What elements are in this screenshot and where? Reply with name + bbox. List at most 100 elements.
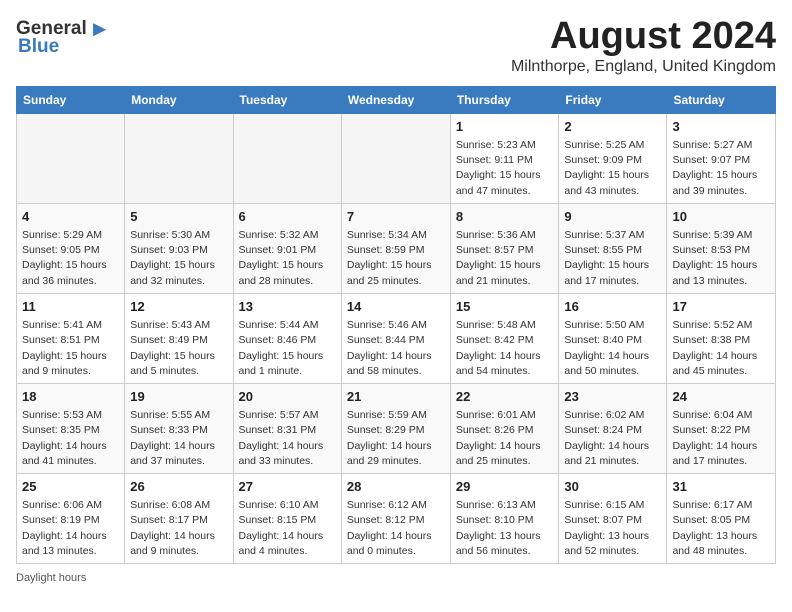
day-info: Sunrise: 5:44 AM Sunset: 8:46 PM Dayligh… [239, 318, 336, 379]
day-info: Sunrise: 5:43 AM Sunset: 8:49 PM Dayligh… [130, 318, 227, 379]
day-number: 10 [672, 208, 770, 226]
calendar-header-row: SundayMondayTuesdayWednesdayThursdayFrid… [17, 86, 776, 113]
day-number: 24 [672, 388, 770, 406]
calendar-cell [17, 113, 125, 203]
calendar-cell: 16 Sunrise: 5:50 AM Sunset: 8:40 PM Dayli… [559, 293, 667, 383]
day-number: 5 [130, 208, 227, 226]
day-number: 19 [130, 388, 227, 406]
day-info: Sunrise: 6:01 AM Sunset: 8:26 PM Dayligh… [456, 408, 554, 469]
calendar-cell: 5 Sunrise: 5:30 AM Sunset: 9:03 PM Daylig… [125, 203, 233, 293]
day-number: 8 [456, 208, 554, 226]
calendar-cell [233, 113, 341, 203]
calendar-cell: 2Sunrise: 5:25 AM Sunset: 9:09 PM Daylig… [559, 113, 667, 203]
calendar-cell: 28Sunrise: 6:12 AM Sunset: 8:12 PM Dayli… [341, 474, 450, 564]
day-info: Sunrise: 5:36 AM Sunset: 8:57 PM Dayligh… [456, 228, 554, 289]
calendar-header-tuesday: Tuesday [233, 86, 341, 113]
calendar-cell: 23Sunrise: 6:02 AM Sunset: 8:24 PM Dayli… [559, 383, 667, 473]
calendar-cell: 31 Sunrise: 6:17 AM Sunset: 8:05 PM Dayli… [667, 474, 776, 564]
day-info: Sunrise: 5:39 AM Sunset: 8:53 PM Dayligh… [672, 228, 770, 289]
calendar-cell: 18Sunrise: 5:53 AM Sunset: 8:35 PM Dayli… [17, 383, 125, 473]
month-title: August 2024 [511, 16, 776, 58]
day-info: Sunrise: 5:46 AM Sunset: 8:44 PM Dayligh… [347, 318, 445, 379]
calendar-header-friday: Friday [559, 86, 667, 113]
day-info: Sunrise: 6:17 AM Sunset: 8:05 PM Dayligh… [672, 498, 770, 559]
calendar-cell: 12 Sunrise: 5:43 AM Sunset: 8:49 PM Dayli… [125, 293, 233, 383]
day-info: Sunrise: 5:50 AM Sunset: 8:40 PM Dayligh… [564, 318, 661, 379]
calendar-cell: 27 Sunrise: 6:10 AM Sunset: 8:15 PM Dayli… [233, 474, 341, 564]
calendar-cell [341, 113, 450, 203]
day-number: 29 [456, 478, 554, 496]
day-number: 7 [347, 208, 445, 226]
day-info: Sunrise: 6:12 AM Sunset: 8:12 PM Dayligh… [347, 498, 445, 559]
day-number: 11 [22, 298, 119, 316]
calendar-cell: 1 Sunrise: 5:23 AM Sunset: 9:11 PM Daylig… [450, 113, 559, 203]
day-info: Sunrise: 6:04 AM Sunset: 8:22 PM Dayligh… [672, 408, 770, 469]
calendar-cell: 6 Sunrise: 5:32 AM Sunset: 9:01 PM Daylig… [233, 203, 341, 293]
calendar-cell: 9 Sunrise: 5:37 AM Sunset: 8:55 PM Daylig… [559, 203, 667, 293]
day-info: Sunrise: 5:57 AM Sunset: 8:31 PM Dayligh… [239, 408, 336, 469]
day-number: 30 [564, 478, 661, 496]
day-number: 22 [456, 388, 554, 406]
day-number: 21 [347, 388, 445, 406]
calendar-cell: 14 Sunrise: 5:46 AM Sunset: 8:44 PM Dayli… [341, 293, 450, 383]
day-info: Sunrise: 5:55 AM Sunset: 8:33 PM Dayligh… [130, 408, 227, 469]
calendar-cell [125, 113, 233, 203]
logo: General ► Blue [16, 16, 111, 58]
logo-icon: ► [89, 16, 111, 42]
day-number: 23 [564, 388, 661, 406]
page-header: General ► Blue August 2024 Milnthorpe, E… [16, 16, 776, 76]
day-number: 14 [347, 298, 445, 316]
title-block: August 2024 Milnthorpe, England, United … [511, 16, 776, 76]
calendar-header-saturday: Saturday [667, 86, 776, 113]
day-info: Sunrise: 6:15 AM Sunset: 8:07 PM Dayligh… [564, 498, 661, 559]
day-number: 1 [456, 118, 554, 136]
day-number: 16 [564, 298, 661, 316]
day-info: Sunrise: 5:37 AM Sunset: 8:55 PM Dayligh… [564, 228, 661, 289]
calendar-cell: 7 Sunrise: 5:34 AM Sunset: 8:59 PM Daylig… [341, 203, 450, 293]
day-info: Sunrise: 5:23 AM Sunset: 9:11 PM Dayligh… [456, 138, 554, 199]
day-number: 13 [239, 298, 336, 316]
calendar-table: SundayMondayTuesdayWednesdayThursdayFrid… [16, 86, 776, 564]
day-info: Sunrise: 5:48 AM Sunset: 8:42 PM Dayligh… [456, 318, 554, 379]
calendar-header-monday: Monday [125, 86, 233, 113]
day-number: 12 [130, 298, 227, 316]
daylight-label: Daylight hours [16, 572, 86, 584]
day-number: 31 [672, 478, 770, 496]
day-number: 9 [564, 208, 661, 226]
calendar-header-sunday: Sunday [17, 86, 125, 113]
calendar-cell: 3Sunrise: 5:27 AM Sunset: 9:07 PM Daylig… [667, 113, 776, 203]
calendar-week-4: 18Sunrise: 5:53 AM Sunset: 8:35 PM Dayli… [17, 383, 776, 473]
day-number: 26 [130, 478, 227, 496]
calendar-cell: 30 Sunrise: 6:15 AM Sunset: 8:07 PM Dayli… [559, 474, 667, 564]
day-info: Sunrise: 6:10 AM Sunset: 8:15 PM Dayligh… [239, 498, 336, 559]
calendar-cell: 29 Sunrise: 6:13 AM Sunset: 8:10 PM Dayli… [450, 474, 559, 564]
day-number: 18 [22, 388, 119, 406]
day-info: Sunrise: 6:06 AM Sunset: 8:19 PM Dayligh… [22, 498, 119, 559]
day-info: Sunrise: 5:29 AM Sunset: 9:05 PM Dayligh… [22, 228, 119, 289]
day-number: 17 [672, 298, 770, 316]
calendar-cell: 15 Sunrise: 5:48 AM Sunset: 8:42 PM Dayli… [450, 293, 559, 383]
day-info: Sunrise: 5:32 AM Sunset: 9:01 PM Dayligh… [239, 228, 336, 289]
day-info: Sunrise: 5:52 AM Sunset: 8:38 PM Dayligh… [672, 318, 770, 379]
day-info: Sunrise: 5:30 AM Sunset: 9:03 PM Dayligh… [130, 228, 227, 289]
calendar-cell: 10 Sunrise: 5:39 AM Sunset: 8:53 PM Dayli… [667, 203, 776, 293]
calendar-cell: 4Sunrise: 5:29 AM Sunset: 9:05 PM Daylig… [17, 203, 125, 293]
calendar-header-wednesday: Wednesday [341, 86, 450, 113]
calendar-cell: 11 Sunrise: 5:41 AM Sunset: 8:51 PM Dayli… [17, 293, 125, 383]
day-info: Sunrise: 5:59 AM Sunset: 8:29 PM Dayligh… [347, 408, 445, 469]
day-number: 27 [239, 478, 336, 496]
calendar-cell: 17 Sunrise: 5:52 AM Sunset: 8:38 PM Dayli… [667, 293, 776, 383]
day-info: Sunrise: 5:41 AM Sunset: 8:51 PM Dayligh… [22, 318, 119, 379]
day-info: Sunrise: 6:08 AM Sunset: 8:17 PM Dayligh… [130, 498, 227, 559]
day-number: 15 [456, 298, 554, 316]
day-info: Sunrise: 5:27 AM Sunset: 9:07 PM Dayligh… [672, 138, 770, 199]
day-info: Sunrise: 5:34 AM Sunset: 8:59 PM Dayligh… [347, 228, 445, 289]
day-number: 6 [239, 208, 336, 226]
day-info: Sunrise: 6:13 AM Sunset: 8:10 PM Dayligh… [456, 498, 554, 559]
calendar-cell: 22 Sunrise: 6:01 AM Sunset: 8:26 PM Dayli… [450, 383, 559, 473]
calendar-week-2: 4Sunrise: 5:29 AM Sunset: 9:05 PM Daylig… [17, 203, 776, 293]
calendar-week-1: 1 Sunrise: 5:23 AM Sunset: 9:11 PM Daylig… [17, 113, 776, 203]
calendar-cell: 19 Sunrise: 5:55 AM Sunset: 8:33 PM Dayli… [125, 383, 233, 473]
day-number: 20 [239, 388, 336, 406]
day-number: 25 [22, 478, 119, 496]
